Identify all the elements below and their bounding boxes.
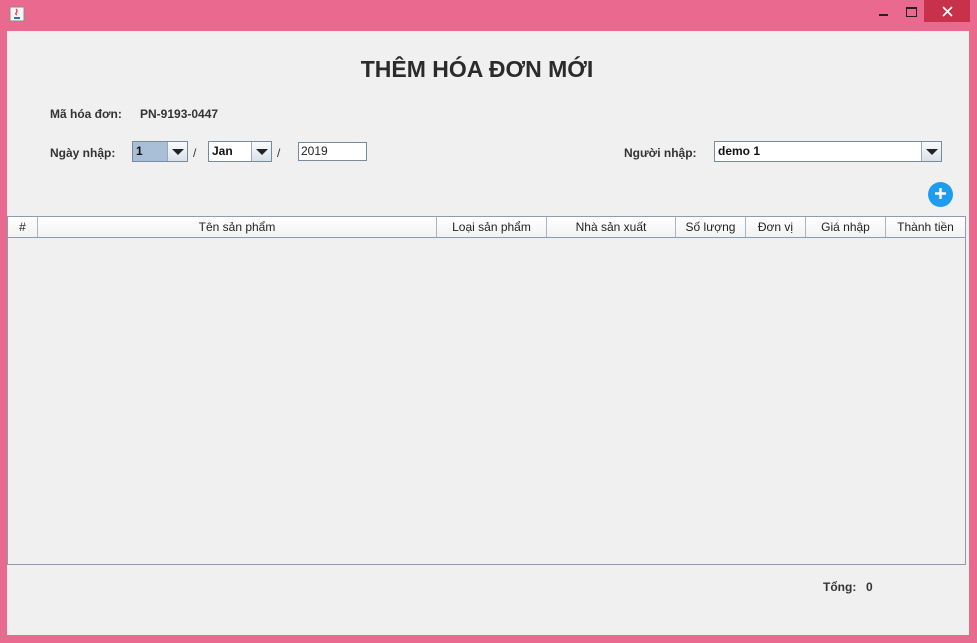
column-header-unit[interactable]: Đơn vị bbox=[746, 217, 806, 237]
month-dropdown-button[interactable] bbox=[251, 142, 271, 161]
total-value: 0 bbox=[866, 580, 873, 594]
chevron-down-icon bbox=[255, 148, 268, 155]
invoice-code-label: Mã hóa đơn: bbox=[50, 107, 122, 121]
column-header-import-price[interactable]: Giá nhập bbox=[806, 217, 886, 237]
page-title: THÊM HÓA ĐƠN MỚI bbox=[360, 56, 594, 82]
column-header-product-type[interactable]: Loại sản phẩm bbox=[437, 217, 547, 237]
date-separator: / bbox=[193, 146, 197, 160]
java-app-icon bbox=[9, 6, 25, 22]
day-select[interactable]: 1 bbox=[132, 141, 188, 162]
minimize-icon bbox=[879, 2, 889, 21]
invoice-code-value: PN-9193-0447 bbox=[140, 107, 219, 121]
column-header-index[interactable]: # bbox=[8, 217, 38, 237]
title-bar[interactable] bbox=[0, 0, 977, 30]
date-label: Ngày nhập: bbox=[50, 146, 116, 160]
day-dropdown-button[interactable] bbox=[167, 142, 187, 161]
chevron-down-icon bbox=[171, 148, 184, 155]
importer-dropdown-button[interactable] bbox=[921, 142, 941, 161]
chevron-down-icon bbox=[925, 148, 938, 155]
column-header-manufacturer[interactable]: Nhà sản xuất bbox=[547, 217, 676, 237]
plus-icon bbox=[934, 185, 947, 204]
importer-select[interactable]: demo 1 bbox=[714, 141, 942, 162]
form-panel: THÊM HÓA ĐƠN MỚI Mã hóa đơn: PN-9193-044… bbox=[7, 31, 969, 635]
importer-label: Người nhập: bbox=[624, 146, 697, 160]
table-header: # Tên sản phẩm Loại sản phẩm Nhà sản xuấ… bbox=[8, 217, 965, 238]
column-header-quantity[interactable]: Số lượng bbox=[676, 217, 746, 237]
month-selected-value: Jan bbox=[212, 144, 233, 158]
day-selected-value: 1 bbox=[133, 142, 168, 161]
month-select[interactable]: Jan bbox=[208, 141, 272, 162]
close-button[interactable] bbox=[924, 0, 970, 22]
year-input[interactable]: 2019 bbox=[298, 142, 367, 161]
importer-selected-value: demo 1 bbox=[718, 144, 761, 158]
date-separator: / bbox=[277, 146, 281, 160]
minimize-button[interactable] bbox=[870, 0, 898, 22]
maximize-icon bbox=[905, 2, 917, 21]
close-icon bbox=[941, 2, 953, 21]
column-header-total-amount[interactable]: Thành tiền bbox=[886, 217, 965, 237]
total-label: Tổng: bbox=[823, 580, 857, 594]
add-product-button[interactable] bbox=[928, 182, 953, 207]
maximize-button[interactable] bbox=[898, 0, 924, 22]
column-header-product-name[interactable]: Tên sản phẩm bbox=[38, 217, 437, 237]
app-window: THÊM HÓA ĐƠN MỚI Mã hóa đơn: PN-9193-044… bbox=[0, 0, 977, 643]
product-table[interactable]: # Tên sản phẩm Loại sản phẩm Nhà sản xuấ… bbox=[7, 216, 966, 565]
